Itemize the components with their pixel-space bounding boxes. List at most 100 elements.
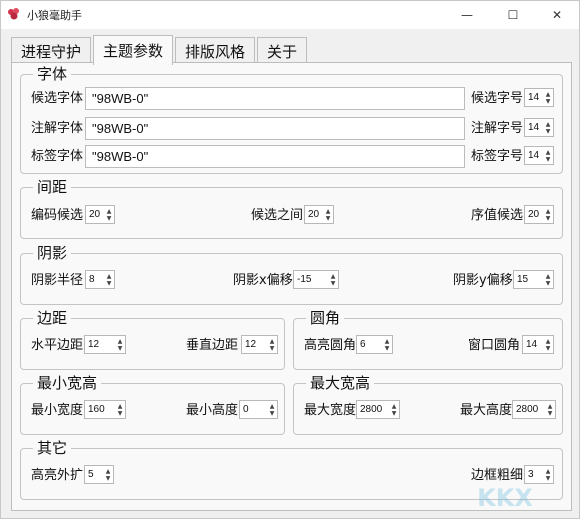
- comment-size-spinner[interactable]: 14 ▲ ▼: [524, 118, 554, 137]
- label-font-input[interactable]: "98WB-0": [85, 145, 465, 168]
- candidate-font-label: 候选字体: [31, 91, 84, 106]
- min-height-value: 0: [243, 404, 249, 415]
- max-size-group-title: 最大宽高: [306, 373, 375, 393]
- between-candidates-spinner[interactable]: 20 ▲ ▼: [304, 205, 334, 224]
- font-group: 字体 候选字体 "98WB-0" 候选字号 14 ▲ ▼ 注解字体 "98WB-0…: [20, 64, 563, 174]
- comment-size-value: 14: [528, 122, 540, 133]
- margin-group-title: 边距: [33, 308, 72, 328]
- title-bar: 小狼毫助手 — ☐ ✕: [1, 1, 579, 29]
- min-width-spinner[interactable]: 160 ▲ ▼: [84, 400, 126, 419]
- max-width-label: 最大宽度: [304, 403, 357, 418]
- spin-arrows-icon[interactable]: ▲ ▼: [104, 206, 114, 223]
- shadow-x-offset-spinner[interactable]: -15 ▲ ▼: [293, 270, 339, 289]
- max-width-value: 2800: [360, 404, 383, 415]
- spin-arrows-icon[interactable]: ▲ ▼: [543, 336, 553, 353]
- spacing-group: 间距 编码候选 20 ▲ ▼ 候选之间 20 ▲ ▼ 序值候选 20 ▲ ▼: [20, 177, 563, 239]
- spin-arrows-icon[interactable]: ▲ ▼: [543, 147, 553, 164]
- shadow-radius-label: 阴影半径: [31, 273, 84, 288]
- spin-arrows-icon[interactable]: ▲ ▼: [382, 336, 392, 353]
- highlight-corner-value: 6: [360, 339, 366, 350]
- app-window: 小狼毫助手 — ☐ ✕ 进程守护 主题参数 排版风格 关于 字体 候选字体 "9…: [0, 0, 580, 519]
- max-width-spinner[interactable]: 2800 ▲ ▼: [356, 400, 400, 419]
- horizontal-margin-value: 12: [88, 339, 100, 350]
- theme-params-panel: 字体 候选字体 "98WB-0" 候选字号 14 ▲ ▼ 注解字体 "98WB-0…: [11, 62, 572, 511]
- min-width-label: 最小宽度: [31, 403, 84, 418]
- window-title: 小狼毫助手: [27, 9, 82, 22]
- vertical-margin-spinner[interactable]: 12 ▲ ▼: [241, 335, 278, 354]
- max-height-spinner[interactable]: 2800 ▲ ▼: [512, 400, 556, 419]
- window-corner-spinner[interactable]: 14 ▲ ▼: [522, 335, 554, 354]
- between-candidates-value: 20: [308, 209, 320, 220]
- spin-arrows-icon[interactable]: ▲ ▼: [104, 271, 114, 288]
- max-height-value: 2800: [516, 404, 539, 415]
- spin-arrows-icon[interactable]: ▲ ▼: [543, 119, 553, 136]
- spin-arrows-icon[interactable]: ▲ ▼: [103, 466, 113, 483]
- shadow-radius-value: 8: [89, 274, 95, 285]
- code-candidate-value: 20: [89, 209, 101, 220]
- min-height-spinner[interactable]: 0 ▲ ▼: [239, 400, 278, 419]
- horizontal-margin-spinner[interactable]: 12 ▲ ▼: [84, 335, 126, 354]
- candidate-size-spinner[interactable]: 14 ▲ ▼: [524, 88, 554, 107]
- highlight-expand-value: 5: [88, 469, 94, 480]
- other-group-title: 其它: [33, 438, 72, 458]
- spin-arrows-icon[interactable]: ▲ ▼: [543, 271, 553, 288]
- comment-size-label: 注解字号: [471, 121, 524, 136]
- highlight-corner-label: 高亮圆角: [304, 338, 357, 353]
- spin-arrows-icon[interactable]: ▲ ▼: [323, 206, 333, 223]
- font-group-title: 字体: [33, 64, 72, 84]
- spin-arrows-icon[interactable]: ▲ ▼: [543, 89, 553, 106]
- spin-arrows-icon[interactable]: ▲ ▼: [328, 271, 338, 288]
- between-candidates-label: 候选之间: [251, 208, 304, 223]
- index-candidate-value: 20: [528, 209, 540, 220]
- shadow-y-offset-spinner[interactable]: 15 ▲ ▼: [513, 270, 554, 289]
- comment-font-input[interactable]: "98WB-0": [85, 117, 465, 140]
- shadow-group-title: 阴影: [33, 243, 72, 263]
- code-candidate-spinner[interactable]: 20 ▲ ▼: [85, 205, 115, 224]
- min-size-group-title: 最小宽高: [33, 373, 102, 393]
- app-logo-icon: [8, 8, 19, 20]
- label-size-spinner[interactable]: 14 ▲ ▼: [524, 146, 554, 165]
- tab-about[interactable]: 关于: [257, 37, 308, 64]
- min-height-label: 最小高度: [186, 403, 239, 418]
- candidate-font-input[interactable]: "98WB-0": [85, 87, 465, 110]
- watermark-logo-icon: KKX: [477, 484, 533, 512]
- corner-group-title: 圆角: [306, 308, 345, 328]
- index-candidate-spinner[interactable]: 20 ▲ ▼: [524, 205, 554, 224]
- window-corner-value: 14: [526, 339, 538, 350]
- tab-layout-style[interactable]: 排版风格: [175, 37, 256, 64]
- spin-arrows-icon[interactable]: ▲ ▼: [115, 336, 125, 353]
- highlight-expand-label: 高亮外扩: [31, 468, 84, 483]
- min-width-value: 160: [88, 404, 105, 415]
- label-size-value: 14: [528, 150, 540, 161]
- spin-arrows-icon[interactable]: ▲ ▼: [545, 401, 555, 418]
- shadow-radius-spinner[interactable]: 8 ▲ ▼: [85, 270, 115, 289]
- tab-theme-params[interactable]: 主题参数: [93, 35, 174, 65]
- spin-arrows-icon[interactable]: ▲ ▼: [389, 401, 399, 418]
- min-size-group: 最小宽高 最小宽度 160 ▲ ▼ 最小高度 0 ▲ ▼: [20, 373, 285, 435]
- close-button[interactable]: ✕: [535, 1, 579, 29]
- index-candidate-label: 序值候选: [471, 208, 524, 223]
- highlight-corner-spinner[interactable]: 6 ▲ ▼: [356, 335, 393, 354]
- maximize-button[interactable]: ☐: [491, 1, 535, 29]
- max-size-group: 最大宽高 最大宽度 2800 ▲ ▼ 最大高度 2800 ▲ ▼: [293, 373, 563, 435]
- shadow-x-offset-label: 阴影x偏移: [233, 273, 293, 288]
- candidate-size-value: 14: [528, 92, 540, 103]
- vertical-margin-value: 12: [245, 339, 257, 350]
- minimize-button[interactable]: —: [445, 1, 489, 29]
- shadow-group: 阴影 阴影半径 8 ▲ ▼ 阴影x偏移 -15 ▲ ▼ 阴影y偏移 15 ▲ ▼: [20, 243, 563, 305]
- spin-arrows-icon[interactable]: ▲ ▼: [267, 401, 277, 418]
- tab-process-guard[interactable]: 进程守护: [11, 37, 92, 64]
- shadow-y-offset-label: 阴影y偏移: [453, 273, 513, 288]
- spin-arrows-icon[interactable]: ▲ ▼: [543, 206, 553, 223]
- spin-arrows-icon[interactable]: ▲ ▼: [115, 401, 125, 418]
- vertical-margin-label: 垂直边距: [186, 338, 239, 353]
- candidate-size-label: 候选字号: [471, 91, 524, 106]
- comment-font-label: 注解字体: [31, 121, 84, 136]
- shadow-y-offset-value: 15: [517, 274, 529, 285]
- highlight-expand-spinner[interactable]: 5 ▲ ▼: [84, 465, 114, 484]
- tab-bar: 进程守护 主题参数 排版风格 关于: [11, 35, 309, 65]
- horizontal-margin-label: 水平边距: [31, 338, 84, 353]
- spin-arrows-icon[interactable]: ▲ ▼: [267, 336, 277, 353]
- label-size-label: 标签字号: [471, 149, 524, 164]
- margin-group: 边距 水平边距 12 ▲ ▼ 垂直边距 12 ▲ ▼: [20, 308, 285, 370]
